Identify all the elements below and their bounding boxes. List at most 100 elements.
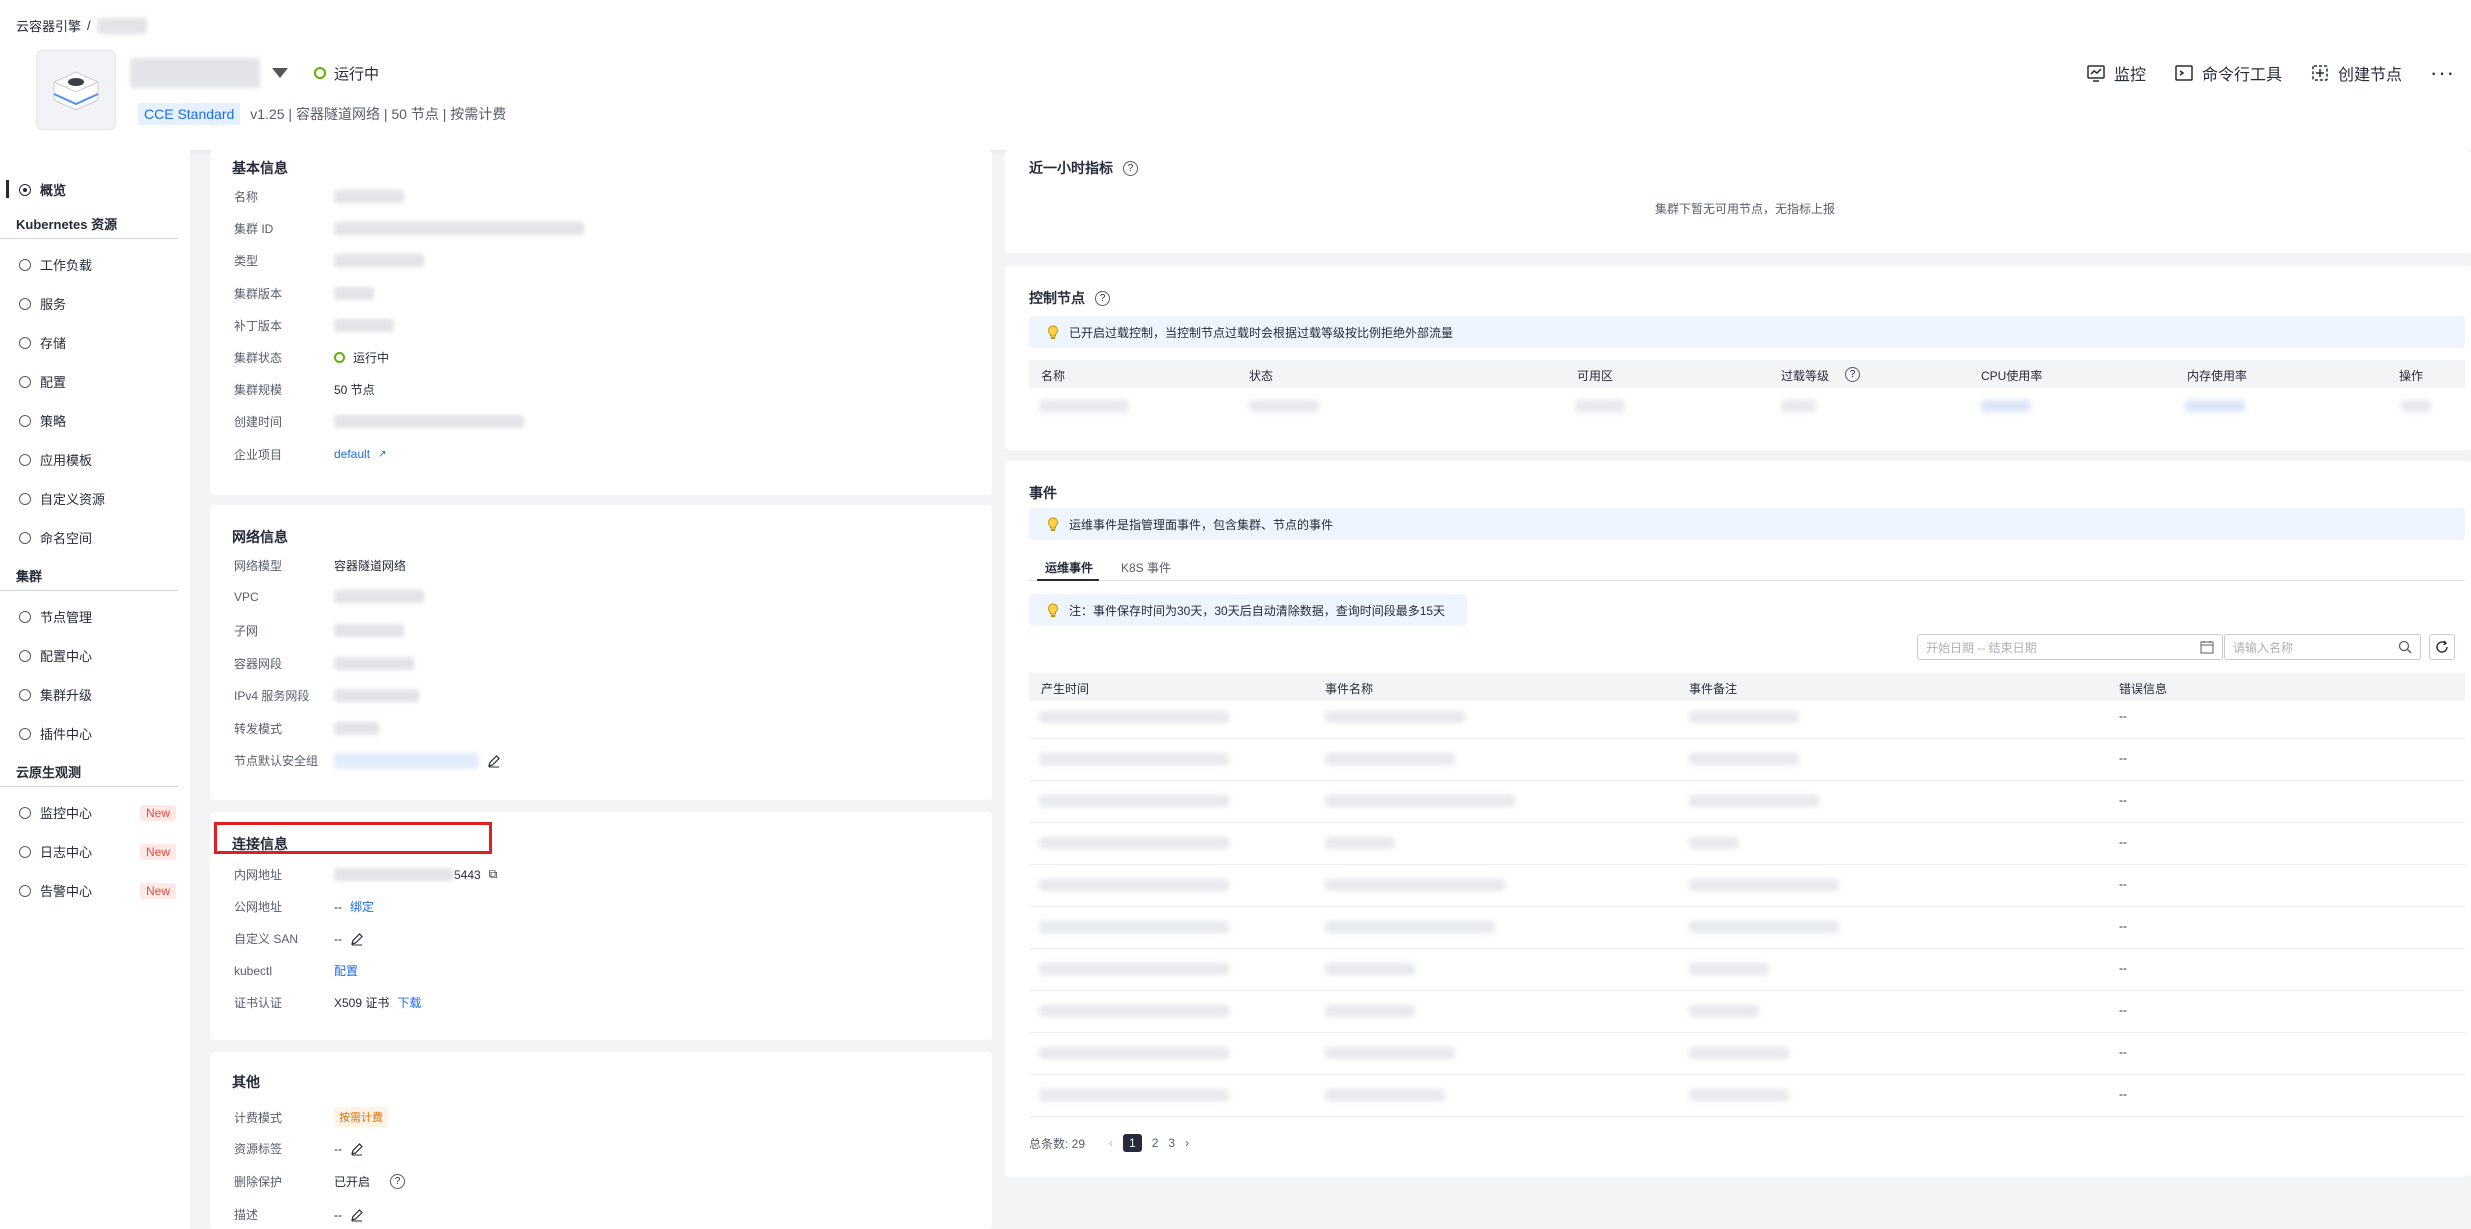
edition-tag: CCE Standard — [138, 103, 241, 125]
monitor-button[interactable]: 监控 — [2086, 61, 2146, 85]
table-row[interactable]: -- — [1029, 949, 2465, 991]
sidebar-item-k8s-7[interactable]: 命名空间 — [0, 518, 190, 557]
help-icon[interactable]: ? — [1845, 367, 1860, 382]
masked-value — [334, 415, 524, 429]
table-row[interactable]: -- — [1029, 907, 2465, 949]
table-row[interactable]: -- — [1029, 991, 2465, 1033]
overload-tip: 已开启过载控制，当控制节点过载时会根据过载等级按比例拒绝外部流量 — [1029, 316, 2465, 348]
field-value: 按需计费 — [334, 1107, 388, 1127]
page-3[interactable]: 3 — [1168, 1136, 1175, 1150]
sidebar-item-cluster-0[interactable]: 节点管理 — [0, 597, 190, 636]
tab-ops-events[interactable]: 运维事件 — [1045, 559, 1093, 576]
date-range-picker[interactable]: 开始日期 -- 结束日期 — [1917, 634, 2223, 660]
sidebar-item-k8s-1[interactable]: 服务 — [0, 284, 190, 323]
create-node-button[interactable]: 创建节点 — [2310, 61, 2402, 85]
edit-icon[interactable] — [350, 932, 364, 946]
sidebar-item-label: 自定义资源 — [40, 492, 106, 507]
nav-item-icon — [19, 336, 31, 349]
page-2[interactable]: 2 — [1152, 1136, 1159, 1150]
help-icon[interactable]: ? — [1123, 160, 1138, 176]
sidebar-item-k8s-4[interactable]: 策略 — [0, 401, 190, 440]
k8s-nav-list: 工作负载 服务 存储 配置 策略 应用模板自定义资源命名空间 — [0, 245, 190, 557]
field-value — [334, 721, 379, 735]
sidebar-item-observability-1[interactable]: 日志中心 New — [0, 832, 190, 871]
basic-field-row: 集群 ID — [234, 220, 584, 237]
sidebar-item-label: 命名空间 — [40, 531, 93, 546]
table-row[interactable]: -- — [1029, 823, 2465, 865]
masked-cell — [1689, 921, 1839, 933]
prev-page-icon[interactable]: ‹ — [1109, 1136, 1113, 1150]
network-field-row: 容器网段 — [234, 655, 414, 672]
overload-tip-text: 已开启过载控制，当控制节点过载时会根据过载等级按比例拒绝外部流量 — [1069, 325, 1454, 340]
basic-field-row: 名称 — [234, 188, 404, 205]
field-label: 公网地址 — [234, 900, 283, 914]
sidebar-item-overview[interactable]: 概览 — [0, 170, 190, 209]
help-icon[interactable]: ? — [1095, 290, 1110, 306]
field-label: 计费模式 — [234, 1110, 283, 1125]
sidebar-item-k8s-3[interactable]: 配置 — [0, 362, 190, 401]
enterprise-project-link[interactable]: default — [334, 447, 370, 461]
masked-cell — [1689, 963, 1769, 975]
help-icon[interactable]: ? — [390, 1174, 406, 1189]
cluster-name-row: 运行中 — [130, 58, 379, 88]
table-row[interactable]: -- — [1029, 781, 2465, 823]
table-row[interactable]: -- — [1029, 1033, 2465, 1075]
nav-item-icon — [19, 727, 31, 740]
sidebar-item-observability-2[interactable]: 告警中心 New — [0, 871, 190, 910]
kubectl-config-link[interactable]: 配置 — [334, 962, 358, 979]
sidebar-item-k8s-6[interactable]: 自定义资源 — [0, 479, 190, 518]
sidebar-item-k8s-2[interactable]: 存储 — [0, 323, 190, 362]
masked-cell — [1325, 795, 1515, 807]
connection-field-row: kubectl 配置 — [234, 962, 358, 979]
metrics-title: 近一小时指标 ? — [1029, 158, 1138, 178]
masked-cell — [1039, 879, 1229, 891]
page-1[interactable]: 1 — [1123, 1134, 1142, 1152]
column-header: 事件名称 — [1325, 682, 1374, 696]
masked-cell — [1039, 921, 1229, 933]
edit-icon[interactable] — [350, 1142, 364, 1156]
bind-eip-link[interactable]: 绑定 — [350, 898, 374, 915]
total-count: 总条数: 29 — [1029, 1136, 1086, 1151]
copy-icon[interactable]: ⧉ — [489, 867, 498, 882]
refresh-button[interactable] — [2429, 634, 2455, 660]
masked-value — [334, 222, 584, 236]
edit-icon[interactable] — [350, 1208, 364, 1222]
table-row[interactable]: -- — [1029, 865, 2465, 907]
cert-download-link[interactable]: 下载 — [397, 994, 421, 1011]
basic-info-title: 基本信息 — [232, 160, 288, 176]
field-label: 名称 — [234, 190, 259, 204]
field-label: 补丁版本 — [234, 318, 283, 333]
next-page-icon[interactable]: › — [1185, 1136, 1189, 1150]
network-field-row: 子网 — [234, 622, 404, 639]
masked-cell — [1781, 400, 1816, 412]
sidebar-item-k8s-0[interactable]: 工作负载 — [0, 245, 190, 284]
other-field-row: 计费模式 按需计费 — [234, 1107, 388, 1127]
table-row[interactable]: -- — [1029, 1075, 2465, 1117]
sidebar-item-k8s-5[interactable]: 应用模板 — [0, 440, 190, 479]
masked-value — [334, 752, 479, 769]
sidebar-item-label: 监控中心 — [40, 806, 93, 821]
cluster-switch-caret-icon[interactable] — [272, 68, 288, 78]
metrics-empty-text: 集群下暂无可用节点，无指标上报 — [1655, 202, 1836, 216]
sidebar-item-cluster-2[interactable]: 集群升级 — [0, 675, 190, 714]
sidebar-item-label: 日志中心 — [40, 845, 93, 860]
event-search-input[interactable]: 请输入名称 — [2224, 634, 2421, 660]
cluster-status-text: 运行中 — [334, 65, 380, 83]
column-header: 可用区 — [1577, 369, 1614, 383]
edit-icon[interactable] — [487, 754, 501, 768]
sidebar-item-cluster-1[interactable]: 配置中心 — [0, 636, 190, 675]
tab-k8s-events[interactable]: K8S 事件 — [1121, 559, 1171, 576]
more-actions-button[interactable]: ··· — [2430, 60, 2455, 86]
sidebar-item-cluster-3[interactable]: 插件中心 — [0, 714, 190, 753]
sidebar-item-observability-0[interactable]: 监控中心 New — [0, 793, 190, 832]
network-info-title: 网络信息 — [232, 529, 288, 545]
table-row[interactable]: -- — [1029, 697, 2465, 739]
error-info-value: -- — [2119, 1003, 2127, 1017]
connection-field-row: 证书认证 X509 证书 下载 — [234, 994, 421, 1011]
table-row[interactable]: -- — [1029, 739, 2465, 781]
column-header: 产生时间 — [1041, 682, 1090, 696]
masked-cell — [2185, 400, 2245, 412]
cli-button[interactable]: 命令行工具 — [2174, 61, 2282, 85]
breadcrumb-root[interactable]: 云容器引擎 — [16, 16, 81, 35]
other-field-row: 描述 -- — [234, 1206, 364, 1223]
